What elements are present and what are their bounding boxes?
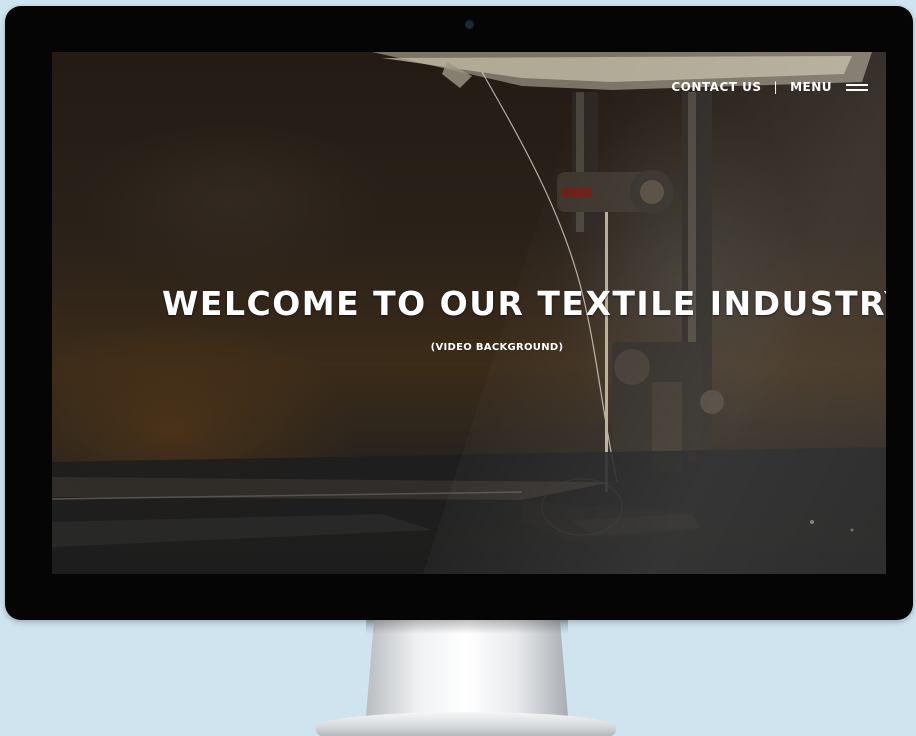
hero-subtitle: (VIDEO BACKGROUND) (430, 342, 564, 353)
monitor-stand-base (316, 712, 616, 736)
monitor-bezel: CONTACT US | MENU WELCOME TO OUR TEXTILE… (5, 6, 913, 620)
contact-us-link[interactable]: CONTACT US (671, 80, 761, 94)
menu-link[interactable]: MENU (790, 80, 832, 94)
monitor-stand-shadow (366, 620, 568, 634)
monitor-stand-neck (366, 620, 568, 716)
nav-separator: | (773, 80, 779, 94)
website-screen: CONTACT US | MENU WELCOME TO OUR TEXTILE… (52, 52, 886, 574)
desktop-mockup: CONTACT US | MENU WELCOME TO OUR TEXTILE… (0, 0, 916, 736)
top-navigation: CONTACT US | MENU (671, 80, 868, 94)
hero-title: WELCOME TO OUR TEXTILE INDUSTRY (162, 284, 886, 323)
hamburger-menu-icon[interactable] (846, 83, 868, 91)
camera-icon (466, 21, 473, 28)
